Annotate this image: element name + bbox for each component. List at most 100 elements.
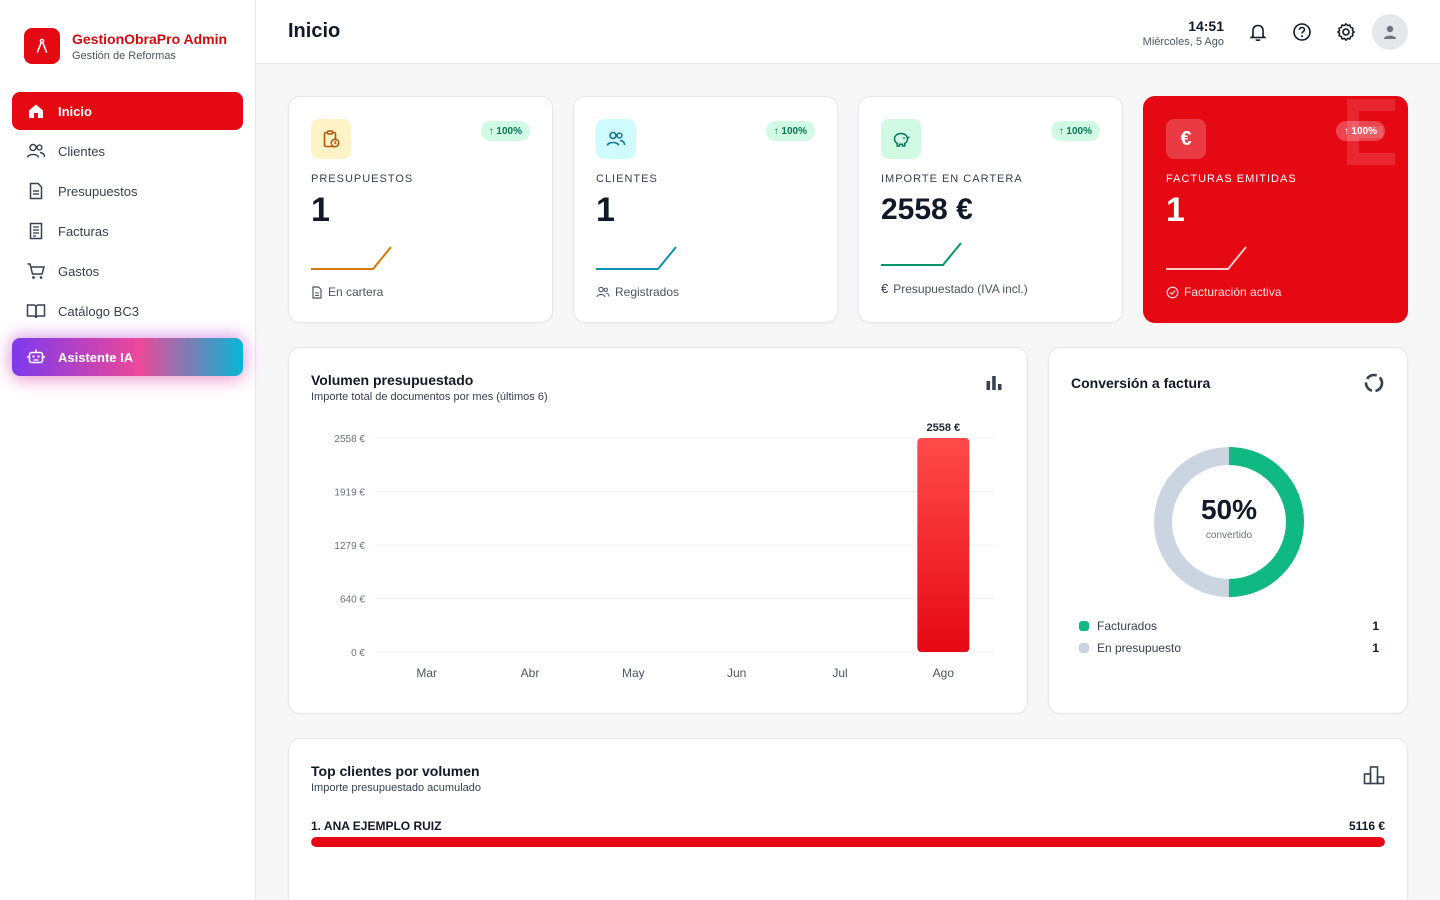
sidebar-item-label: Asistente IA (58, 349, 134, 365)
x-tick-label: Mar (416, 666, 437, 680)
stat-footer: Facturación activa (1184, 285, 1282, 299)
sidebar-item-clientes[interactable]: Clientes (12, 132, 243, 170)
x-tick-label: May (622, 666, 645, 680)
y-tick-label: 2558 € (334, 434, 365, 445)
legend-label: En presupuesto (1097, 641, 1182, 655)
bar-chart-svg: 0 € 640 € 1279 € 1919 € 2558 € Mar Abr May Jun Ju… (334, 422, 995, 680)
sidebar-item-presupuestos[interactable]: Presupuestos (12, 172, 243, 210)
sidebar-item-label: Clientes (58, 143, 105, 159)
piggy-bank-icon (881, 119, 921, 159)
users-icon (596, 286, 610, 298)
trend-badge: ↑ 100% (765, 121, 815, 141)
legend-swatch (1079, 621, 1089, 631)
top-clients-card: Top clientes por volumen Importe presupu… (288, 738, 1408, 900)
stat-footer: Registrados (615, 285, 680, 299)
user-avatar[interactable] (1372, 14, 1408, 50)
conversion-card: Conversión a factura 50% convertido Fact… (1048, 347, 1408, 714)
clipboard-clock-icon (311, 119, 351, 159)
bar-value-label: 2558 € (927, 422, 961, 434)
stat-card-facturas-emitidas[interactable]: € ↑ 100% FACTURAS EMITIDAS 1 Facturación… (1143, 96, 1408, 323)
brand-subtitle: Gestión de Reformas (72, 49, 176, 62)
stat-value: 1 (311, 191, 330, 229)
clock-date: Miércoles, 5 Ago (1142, 36, 1224, 48)
sidebar: GestionObraPro Admin Gestión de Reformas… (0, 0, 256, 900)
stat-label: CLIENTES (596, 173, 658, 185)
y-tick-label: 640 € (340, 595, 365, 606)
legend-swatch (1079, 643, 1089, 653)
settings-gear-icon[interactable] (1334, 20, 1358, 44)
cart-icon (26, 261, 46, 281)
bar-ago (917, 438, 970, 652)
stat-value: 1 (1166, 191, 1185, 229)
conversion-percent: 50% (1200, 494, 1258, 525)
y-tick-label: 1279 € (334, 541, 365, 552)
stat-card-importe-cartera[interactable]: ↑ 100% IMPORTE EN CARTERA 2558 € € Presu… (858, 96, 1123, 323)
book-icon (26, 301, 46, 321)
top-client-name: 1. ANA EJEMPLO RUIZ (311, 819, 442, 833)
sidebar-item-gastos[interactable]: Gastos (12, 252, 243, 290)
legend-value: 1 (1372, 641, 1379, 655)
clock: 14:51 Miércoles, 5 Ago (1143, 18, 1224, 48)
users-icon (26, 141, 46, 161)
top-clients-title: Top clientes por volumen (311, 763, 480, 779)
home-icon (26, 101, 46, 121)
trend-badge: ↑ 100% (1335, 121, 1385, 141)
stat-label: FACTURAS EMITIDAS (1166, 173, 1297, 185)
trend-badge: ↑ 100% (480, 121, 530, 141)
x-tick-label: Ago (933, 666, 955, 680)
volume-chart-card: Volumen presupuestado Importe total de d… (288, 347, 1028, 714)
document-icon (26, 181, 46, 201)
receipt-icon (26, 221, 46, 241)
sparkline (311, 246, 392, 270)
sparkline (1166, 246, 1247, 270)
compass-logo-icon (24, 28, 60, 64)
brand-title: GestionObraPro Admin (72, 30, 228, 47)
euro-icon: € (1166, 119, 1206, 159)
conversion-caption: convertido (1205, 530, 1253, 541)
stat-label: PRESUPUESTOS (311, 173, 414, 185)
top-client-bar-fill (311, 837, 1385, 847)
sidebar-item-label: Presupuestos (58, 183, 138, 199)
brand[interactable]: GestionObraPro Admin Gestión de Reformas (24, 28, 227, 64)
y-tick-label: 1919 € (334, 488, 365, 499)
help-icon[interactable] (1290, 20, 1314, 44)
user-icon (1384, 25, 1396, 39)
sidebar-item-asistente-ia[interactable]: Asistente IA (12, 338, 243, 376)
x-tick-label: Jul (832, 666, 847, 680)
legend-facturados: Facturados 1 (1079, 618, 1379, 634)
sidebar-item-label: Facturas (58, 223, 109, 239)
sidebar-item-label: Gastos (58, 263, 100, 279)
top-client-row[interactable]: 1. ANA EJEMPLO RUIZ 5116 € (311, 819, 1385, 833)
sidebar-item-inicio[interactable]: Inicio (12, 92, 243, 130)
notifications-bell-icon[interactable] (1246, 20, 1270, 44)
top-client-amount: 5116 € (1348, 819, 1385, 833)
legend-value: 1 (1372, 619, 1379, 633)
clock-time: 14:51 (1188, 18, 1224, 34)
robot-icon (26, 347, 46, 367)
podium-chart-icon[interactable] (1363, 765, 1385, 790)
sparkline (881, 242, 962, 266)
sidebar-item-label: Catálogo BC3 (58, 303, 139, 319)
top-client-bar (311, 837, 1385, 847)
stat-card-clientes[interactable]: ↑ 100% CLIENTES 1 Registrados (573, 96, 838, 323)
stat-footer: Presupuestado (IVA incl.) (893, 281, 1028, 296)
sidebar-item-label: Inicio (58, 103, 92, 119)
stat-value: 2558 € (881, 193, 973, 226)
top-header: Inicio 14:51 Miércoles, 5 Ago (256, 0, 1440, 64)
x-tick-label: Jun (727, 666, 746, 680)
sparkline (596, 246, 677, 270)
sidebar-nav: Inicio Clientes Presupuestos Facturas Ga… (12, 92, 243, 378)
check-circle-icon (1166, 286, 1179, 299)
y-tick-label: 0 € (351, 648, 365, 659)
x-tick-label: Abr (521, 666, 540, 680)
euro-icon: € (881, 281, 889, 296)
sidebar-item-catalogo-bc3[interactable]: Catálogo BC3 (12, 292, 243, 330)
top-clients-subtitle: Importe presupuestado acumulado (311, 782, 481, 794)
stat-card-presupuestos[interactable]: ↑ 100% PRESUPUESTOS 1 En cartera (288, 96, 553, 323)
page-title: Inicio (288, 20, 341, 42)
donut-chart-icon[interactable] (1363, 372, 1385, 399)
users-icon (596, 119, 636, 159)
sidebar-item-facturas[interactable]: Facturas (12, 212, 243, 250)
legend-label: Facturados (1097, 619, 1158, 633)
stat-footer: En cartera (328, 285, 384, 299)
